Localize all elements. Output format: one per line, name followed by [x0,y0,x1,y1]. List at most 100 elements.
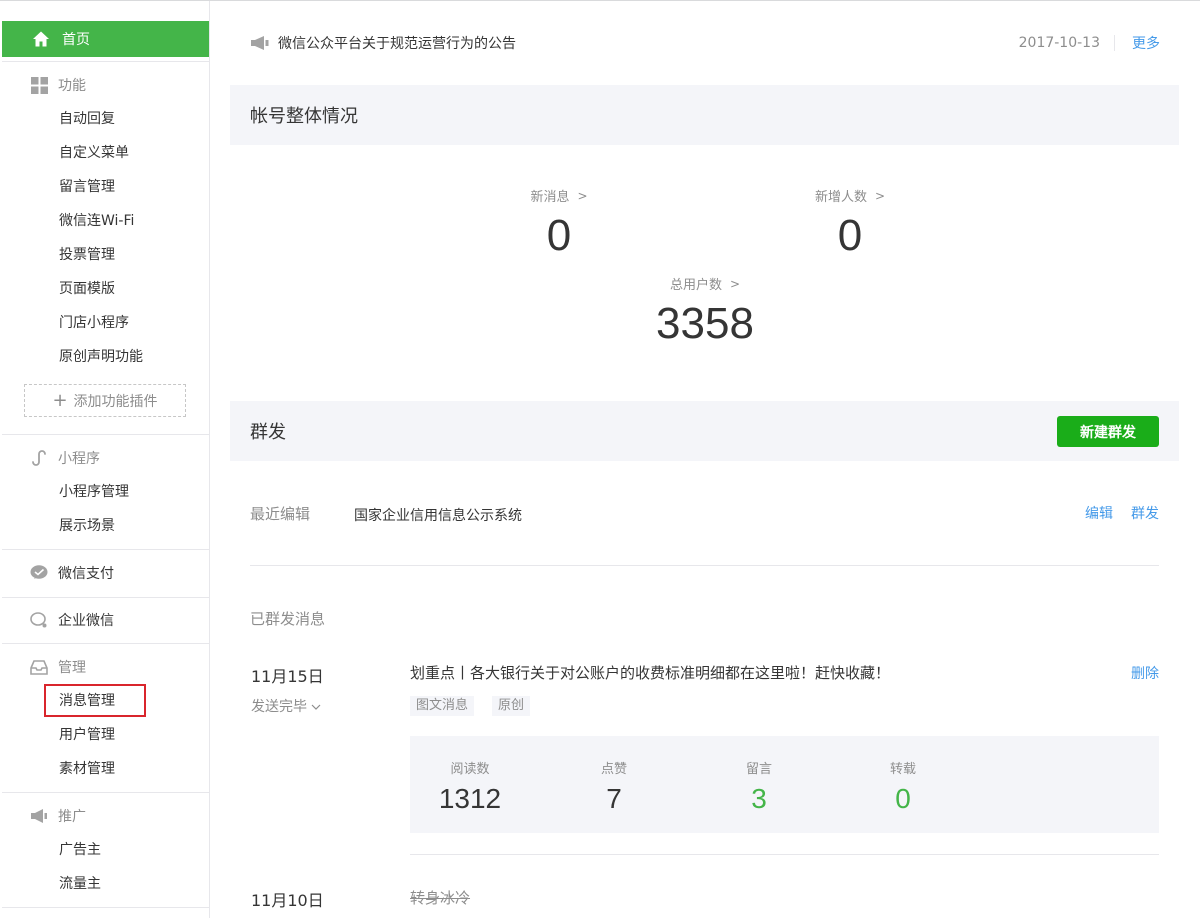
recent-edit-title[interactable]: 国家企业信用信息公示系统 [354,505,522,525]
message-metrics-panel: 阅读数 1312 点赞 7 留言 3 转载 0 [410,736,1159,833]
wechat-pay-icon [30,564,48,582]
metric-comments[interactable]: 留言 3 [699,736,819,815]
stat-new-users-label: 新增人数 [814,190,867,205]
stat-new-messages-value: 0 [546,211,572,260]
new-mass-send-button[interactable]: 新建群发 [1057,416,1159,447]
announcement-bar: 微信公众平台关于规范运营行为的公告 2017-10-13 更多 [250,30,1160,56]
section-manage: 管理 [30,657,86,677]
sidebar-item-wework-label: 企业微信 [58,613,114,629]
miniprogram-icon [30,449,48,467]
sidebar-item-comments[interactable]: 留言管理 [59,177,115,197]
metric-reads-label: 阅读数 [450,762,490,777]
section-promo-title: 推广 [58,809,86,825]
message-date: 11月10日 [251,891,324,910]
section-miniprogram: 小程序 [30,448,100,468]
overview-title: 帐号整体情况 [250,106,358,127]
stat-total-users-value: 3358 [656,299,754,348]
sidebar-item-home-label: 首页 [62,32,90,48]
sidebar-item-custom-menu[interactable]: 自定义菜单 [59,143,129,163]
stat-new-messages-label: 新消息 [530,190,570,205]
sidebar-item-miniprogram-manage[interactable]: 小程序管理 [59,482,129,502]
tag-article-type: 图文消息 [410,696,475,716]
divider [2,597,209,598]
sidebar-item-page-templates[interactable]: 页面模版 [59,279,115,299]
metric-reads: 阅读数 1312 [410,736,530,815]
mass-send-title: 群发 [250,422,286,443]
section-features: 功能 [30,75,86,95]
active-item-highlight [44,684,146,717]
metric-reposts-value[interactable]: 0 [843,783,963,815]
mass-send-link[interactable]: 群发 [1131,503,1159,523]
section-promo: 推广 [30,806,86,826]
message-status-label: 发送完毕 [251,699,307,715]
divider [2,792,209,793]
metric-reads-value: 1312 [438,783,502,814]
metric-comments-label: 留言 [745,762,772,777]
divider [2,61,209,62]
message-title-link[interactable]: 划重点丨各大银行关于对公账户的收费标准明细都在这里啦！赶快收藏！ [410,662,890,683]
tag-original: 原创 [492,696,531,716]
metric-comments-value[interactable]: 3 [699,783,819,815]
divider [2,434,209,435]
mass-send-header: 群发 [230,401,1179,461]
recent-edit-label: 最近编辑 [250,505,311,523]
metric-reposts[interactable]: 转载 0 [843,736,963,815]
divider [2,549,209,550]
message-date: 11月15日 [251,667,324,686]
announcement-icon [251,36,269,50]
sent-messages-heading: 已群发消息 [250,610,326,628]
chevron-right-icon: > [729,276,741,291]
section-features-title: 功能 [58,78,86,94]
add-plugin-button[interactable]: + 添加功能插件 [24,384,186,417]
section-miniprogram-title: 小程序 [58,451,100,467]
stat-new-users-value: 0 [837,211,863,260]
sidebar-item-user-manage[interactable]: 用户管理 [59,725,115,745]
divider [1114,35,1115,51]
announcement-date: 2017-10-13 [1018,35,1100,51]
stat-total-users-label: 总用户数 [669,278,722,293]
megaphone-icon [30,807,48,825]
sidebar: 首页 功能 自动回复 自定义菜单 留言管理 微信连Wi-Fi 投票管理 页面模版… [0,1,210,918]
message-title-deleted: 转身冰冷 [410,889,471,907]
divider [2,643,209,644]
sidebar-item-scenes[interactable]: 展示场景 [59,516,115,536]
divider [2,907,209,908]
sidebar-item-publisher[interactable]: 流量主 [59,874,101,894]
edit-link[interactable]: 编辑 [1085,503,1113,523]
stat-total-users[interactable]: 总用户数 > 3358 [625,274,785,349]
grid-icon [30,76,48,94]
announcement-more-link[interactable]: 更多 [1132,33,1160,53]
divider [410,854,1159,855]
sidebar-item-wechat-pay-label: 微信支付 [58,566,114,582]
divider [250,565,1159,566]
inbox-icon [30,658,48,676]
sidebar-item-votes[interactable]: 投票管理 [59,245,115,265]
metric-likes-label: 点赞 [600,762,627,777]
message-status-dropdown[interactable]: 发送完毕 [251,696,321,716]
sidebar-item-advertiser[interactable]: 广告主 [59,840,101,860]
home-icon [33,31,49,47]
plus-icon: + [52,389,68,411]
wework-icon [30,611,48,629]
add-plugin-label: 添加功能插件 [73,393,158,410]
sidebar-item-wework[interactable]: 企业微信 [30,610,114,630]
sidebar-item-store-miniprogram[interactable]: 门店小程序 [59,313,129,333]
chevron-down-icon [311,700,321,713]
stat-new-messages[interactable]: 新消息 > 0 [499,186,619,261]
section-manage-title: 管理 [58,660,86,676]
announcement-link[interactable]: 微信公众平台关于规范运营行为的公告 [278,33,516,53]
delete-message-link[interactable]: 删除 [1131,663,1159,683]
sidebar-item-home[interactable]: 首页 [2,21,209,57]
chevron-right-icon: > [874,188,886,203]
sidebar-item-original-declaration[interactable]: 原创声明功能 [59,347,143,367]
sidebar-item-material-manage[interactable]: 素材管理 [59,759,115,779]
sidebar-item-wechat-pay[interactable]: 微信支付 [30,563,114,583]
sidebar-item-auto-reply[interactable]: 自动回复 [59,109,115,129]
sidebar-item-wifi[interactable]: 微信连Wi-Fi [59,211,134,231]
metric-reposts-label: 转载 [889,762,916,777]
chevron-right-icon: > [577,188,588,203]
overview-header: 帐号整体情况 [230,85,1179,145]
metric-likes: 点赞 7 [554,736,674,815]
metric-likes-value: 7 [606,783,622,814]
stat-new-users[interactable]: 新增人数 > 0 [790,186,910,261]
